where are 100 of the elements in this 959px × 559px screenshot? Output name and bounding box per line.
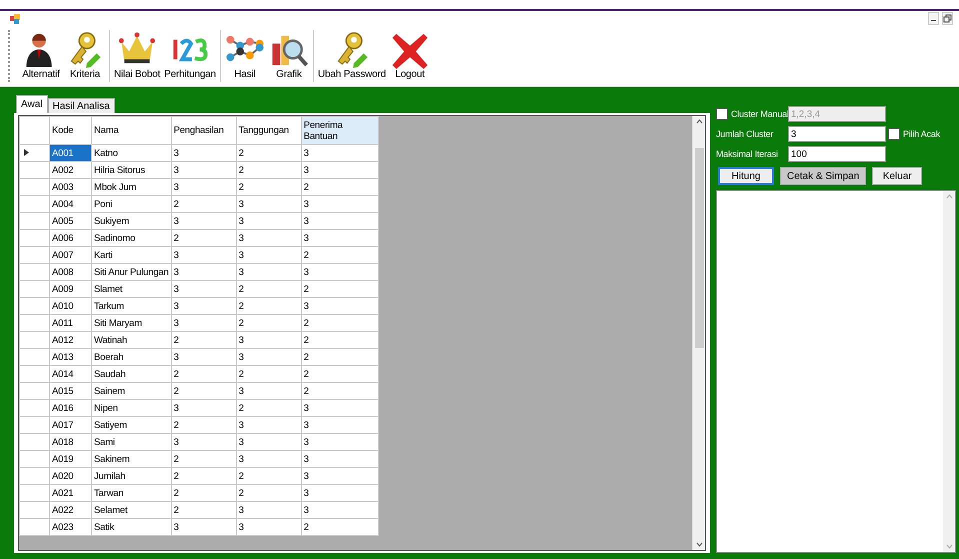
table-cell: A003 [50, 178, 92, 196]
table-cell: 3 [301, 416, 378, 434]
table-cell: 2 [236, 468, 302, 484]
toolbar-button[interactable]: Perhitungan [162, 30, 218, 82]
table-cell: A016 [50, 400, 92, 416]
table-cell: 3 [171, 348, 236, 366]
table-cell: A013 [50, 348, 92, 366]
table-cell: 3 [236, 416, 302, 434]
table-cell: Hilria Sitorus [92, 162, 172, 178]
tab[interactable]: Awal [16, 95, 48, 113]
table-cell: 2 [171, 230, 236, 246]
field-label: Maksimal Iterasi [716, 149, 779, 159]
table-cell: A004 [50, 196, 92, 212]
table-cell: Siti Anur Pulungan [92, 264, 172, 280]
action-button[interactable]: Keluar [872, 167, 922, 185]
table-cell: Selamet [92, 502, 172, 518]
table-cell: 3 [301, 468, 378, 484]
table-cell: Sakinem [92, 450, 172, 468]
input-field[interactable]: 100 [788, 146, 886, 162]
table-cell: 3 [236, 246, 302, 264]
minimize-button[interactable] [928, 12, 939, 25]
table-cell: 2 [171, 382, 236, 400]
table-cell: A009 [50, 280, 92, 298]
table-cell: 2 [301, 332, 378, 348]
tab[interactable]: Hasil Analisa [48, 98, 115, 113]
table-cell: Karti [92, 246, 172, 264]
table-cell: 3 [236, 264, 302, 280]
table-cell: 2 [236, 400, 302, 416]
table-cell: 3 [301, 298, 378, 314]
table-cell: 3 [171, 280, 236, 298]
toolbar-button[interactable]: Alternatif [19, 30, 63, 82]
scrollbar[interactable] [692, 116, 705, 550]
column-header[interactable]: Penghasilan [171, 116, 236, 144]
toolbar-button[interactable]: Nilai Bobot [112, 30, 162, 82]
column-header[interactable]: Tanggungan [236, 116, 302, 144]
table-cell: 2 [171, 332, 236, 348]
table-cell: 3 [301, 502, 378, 518]
table-cell: 3 [236, 434, 302, 450]
table-cell: 3 [236, 382, 302, 400]
table-cell: 3 [236, 348, 302, 366]
table-cell: Tarkum [92, 298, 172, 314]
toolbar-button[interactable]: Logout [388, 30, 432, 82]
table-cell: A002 [50, 162, 92, 178]
table-cell: 2 [236, 178, 302, 196]
restore-button[interactable] [942, 12, 953, 25]
table-cell: A020 [50, 468, 92, 484]
table-cell: 3 [301, 434, 378, 450]
table-cell: 2 [301, 366, 378, 382]
table-cell: 2 [236, 144, 302, 162]
table-cell: 3 [236, 212, 302, 230]
table-cell: A014 [50, 366, 92, 382]
table-cell: Siti Maryam [92, 314, 172, 332]
action-button[interactable]: Hitung [718, 167, 774, 185]
table-cell: 3 [301, 144, 378, 162]
column-header[interactable]: Nama [92, 116, 172, 144]
checkbox[interactable] [888, 128, 900, 140]
table-cell: Mbok Jum [92, 178, 172, 196]
toolbar-button[interactable]: Ubah Password [316, 30, 388, 82]
table-cell: 2 [301, 348, 378, 366]
table-cell: 2 [301, 382, 378, 400]
table-cell: 2 [301, 314, 378, 332]
table-cell: 3 [171, 264, 236, 280]
table-cell: 3 [236, 332, 302, 348]
table-cell: Sainem [92, 382, 172, 400]
input-field[interactable]: 3 [788, 126, 886, 142]
table-cell: 3 [236, 230, 302, 246]
table-cell: A012 [50, 332, 92, 348]
table-cell: 2 [301, 246, 378, 264]
table-cell: Boerah [92, 348, 172, 366]
table-cell: 2 [236, 484, 302, 502]
row-header[interactable] [20, 144, 50, 162]
table-cell: 2 [171, 196, 236, 212]
table-cell: 3 [171, 298, 236, 314]
table-cell: 2 [236, 366, 302, 382]
table-cell: 2 [301, 280, 378, 298]
table-cell: 3 [301, 212, 378, 230]
table-cell: 3 [171, 400, 236, 416]
table-cell: A023 [50, 518, 92, 536]
table-cell: A005 [50, 212, 92, 230]
table-cell: 3 [171, 212, 236, 230]
table-cell: Tarwan [92, 484, 172, 502]
table-cell: 2 [236, 162, 302, 178]
table-cell: Slamet [92, 280, 172, 298]
toolbar-button[interactable]: Kriteria [63, 30, 107, 82]
column-header[interactable]: Penerima Bantuan [301, 116, 378, 144]
table-cell: 2 [301, 178, 378, 196]
table-cell: 2 [171, 502, 236, 518]
current-row-icon [24, 148, 29, 156]
table-cell: Saudah [92, 366, 172, 382]
table-cell: A007 [50, 246, 92, 264]
table-cell: A015 [50, 382, 92, 400]
toolbar-button[interactable]: Grafik [266, 30, 311, 82]
toolbar-button[interactable]: Hasil [222, 30, 267, 82]
table-cell: Katno [92, 144, 172, 162]
table-cell: 3 [301, 230, 378, 246]
table-cell: 2 [171, 484, 236, 502]
table-cell: 3 [301, 484, 378, 502]
table-cell: 3 [301, 196, 378, 212]
table-cell: 3 [301, 264, 378, 280]
table-cell: 2 [171, 416, 236, 434]
